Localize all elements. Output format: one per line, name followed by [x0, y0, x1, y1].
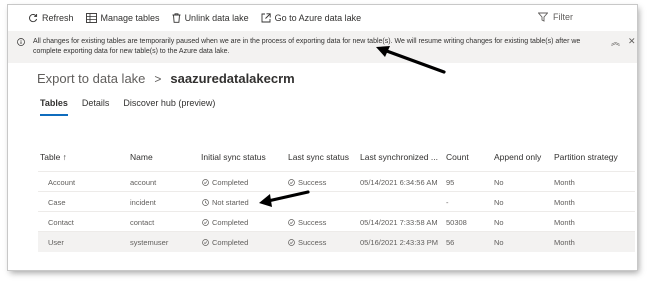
cell-last-sync: Success: [288, 238, 326, 247]
initial-sync-text: Completed: [212, 178, 249, 187]
close-icon[interactable]: ✕: [628, 36, 636, 46]
initial-sync-text: Not started: [212, 198, 249, 207]
info-banner: All changes for existing tables are temp…: [8, 31, 637, 63]
info-icon: [17, 38, 25, 46]
tab-tables[interactable]: Tables: [40, 98, 68, 116]
manage-tables-button[interactable]: Manage tables: [85, 13, 160, 23]
cell-count: 50308: [446, 218, 467, 227]
go-to-azure-label: Go to Azure data lake: [274, 13, 362, 23]
cell-last-sync: Success: [288, 178, 326, 187]
clock-icon: [202, 199, 209, 206]
table-row[interactable]: Account account Completed Success 05/14/…: [38, 171, 635, 192]
refresh-button[interactable]: Refresh: [28, 13, 74, 23]
check-circle-icon: [288, 219, 295, 226]
cell-initial-sync: Completed: [202, 218, 248, 227]
cell-append-only: No: [494, 218, 504, 227]
cell-table: User: [48, 238, 64, 247]
check-circle-icon: [202, 179, 209, 186]
column-header-initial-sync[interactable]: Initial sync status: [201, 152, 266, 162]
check-circle-icon: [202, 239, 209, 246]
column-header-last-synchronized[interactable]: Last synchronized ...: [360, 152, 438, 162]
cell-name: contact: [130, 218, 155, 227]
filter-label: Filter: [553, 12, 573, 22]
cell-append-only: No: [494, 178, 504, 187]
cell-initial-sync: Not started: [202, 198, 249, 207]
cell-append-only: No: [494, 238, 504, 247]
unlink-data-lake-button[interactable]: Unlink data lake: [172, 13, 249, 23]
cell-count: 56: [446, 238, 455, 247]
cell-table: Account: [48, 178, 76, 187]
cell-name: account: [130, 178, 157, 187]
cell-last-synchronized: 05/14/2021 6:34:56 AM: [360, 178, 438, 187]
breadcrumb-root[interactable]: Export to data lake: [37, 71, 145, 86]
cell-partition: Month: [554, 178, 575, 187]
tab-details[interactable]: Details: [82, 98, 110, 108]
initial-sync-text: Completed: [212, 218, 249, 227]
open-external-icon: [261, 13, 271, 23]
command-bar: Refresh Manage tables Unlink data lake G…: [8, 5, 637, 31]
column-header-partition[interactable]: Partition strategy: [554, 152, 618, 162]
banner-message: All changes for existing tables are temp…: [33, 38, 581, 55]
cell-append-only: No: [494, 198, 504, 207]
cell-count: -: [446, 198, 449, 207]
cell-count: 95: [446, 178, 455, 187]
check-circle-icon: [288, 239, 295, 246]
tab-bar: Tables Details Discover hub (preview): [40, 98, 229, 116]
app-window: Refresh Manage tables Unlink data lake G…: [8, 5, 637, 270]
delete-icon: [172, 13, 181, 23]
column-header-name[interactable]: Name: [130, 152, 153, 162]
refresh-icon: [29, 14, 38, 23]
cell-partition: Month: [554, 238, 575, 247]
initial-sync-text: Completed: [212, 238, 249, 247]
check-circle-icon: [288, 179, 295, 186]
page-title: saazuredatalakecrm: [170, 71, 295, 86]
collapse-icon[interactable]: ︽: [611, 37, 620, 47]
column-header-table[interactable]: Table ↑: [40, 152, 67, 162]
table-row[interactable]: User systemuser Completed Success 05/16/…: [38, 231, 635, 252]
cell-last-sync: Success: [288, 218, 326, 227]
breadcrumb-separator: >: [154, 71, 162, 86]
filter-button[interactable]: Filter: [538, 12, 573, 22]
cell-last-synchronized: 05/14/2021 7:33:58 AM: [360, 218, 438, 227]
column-header-count[interactable]: Count: [446, 152, 469, 162]
column-header-last-sync[interactable]: Last sync status: [288, 152, 349, 162]
cell-table: Case: [48, 198, 66, 207]
cell-table: Contact: [48, 218, 74, 227]
column-header-append-only[interactable]: Append only: [494, 152, 541, 162]
last-sync-text: Success: [298, 218, 327, 227]
cell-name: systemuser: [130, 238, 169, 247]
cell-name: incident: [130, 198, 156, 207]
cell-last-synchronized: 05/16/2021 2:43:33 PM: [360, 238, 438, 247]
last-sync-text: Success: [298, 178, 327, 187]
tab-discover-hub[interactable]: Discover hub (preview): [123, 98, 215, 108]
manage-tables-label: Manage tables: [100, 13, 160, 23]
table-row[interactable]: Contact contact Completed Success 05/14/…: [38, 211, 635, 232]
cell-initial-sync: Completed: [202, 178, 248, 187]
check-circle-icon: [202, 219, 209, 226]
table-icon: [85, 13, 97, 23]
last-sync-text: Success: [298, 238, 327, 247]
cell-partition: Month: [554, 198, 575, 207]
cell-partition: Month: [554, 218, 575, 227]
cell-initial-sync: Completed: [202, 238, 248, 247]
filter-icon: [538, 12, 548, 22]
breadcrumb: Export to data lake > saazuredatalakecrm: [37, 71, 295, 86]
table-row[interactable]: Case incident Not started - No Month: [38, 191, 635, 212]
unlink-data-lake-label: Unlink data lake: [184, 13, 249, 23]
refresh-label: Refresh: [42, 13, 74, 23]
go-to-azure-button[interactable]: Go to Azure data lake: [261, 13, 362, 23]
